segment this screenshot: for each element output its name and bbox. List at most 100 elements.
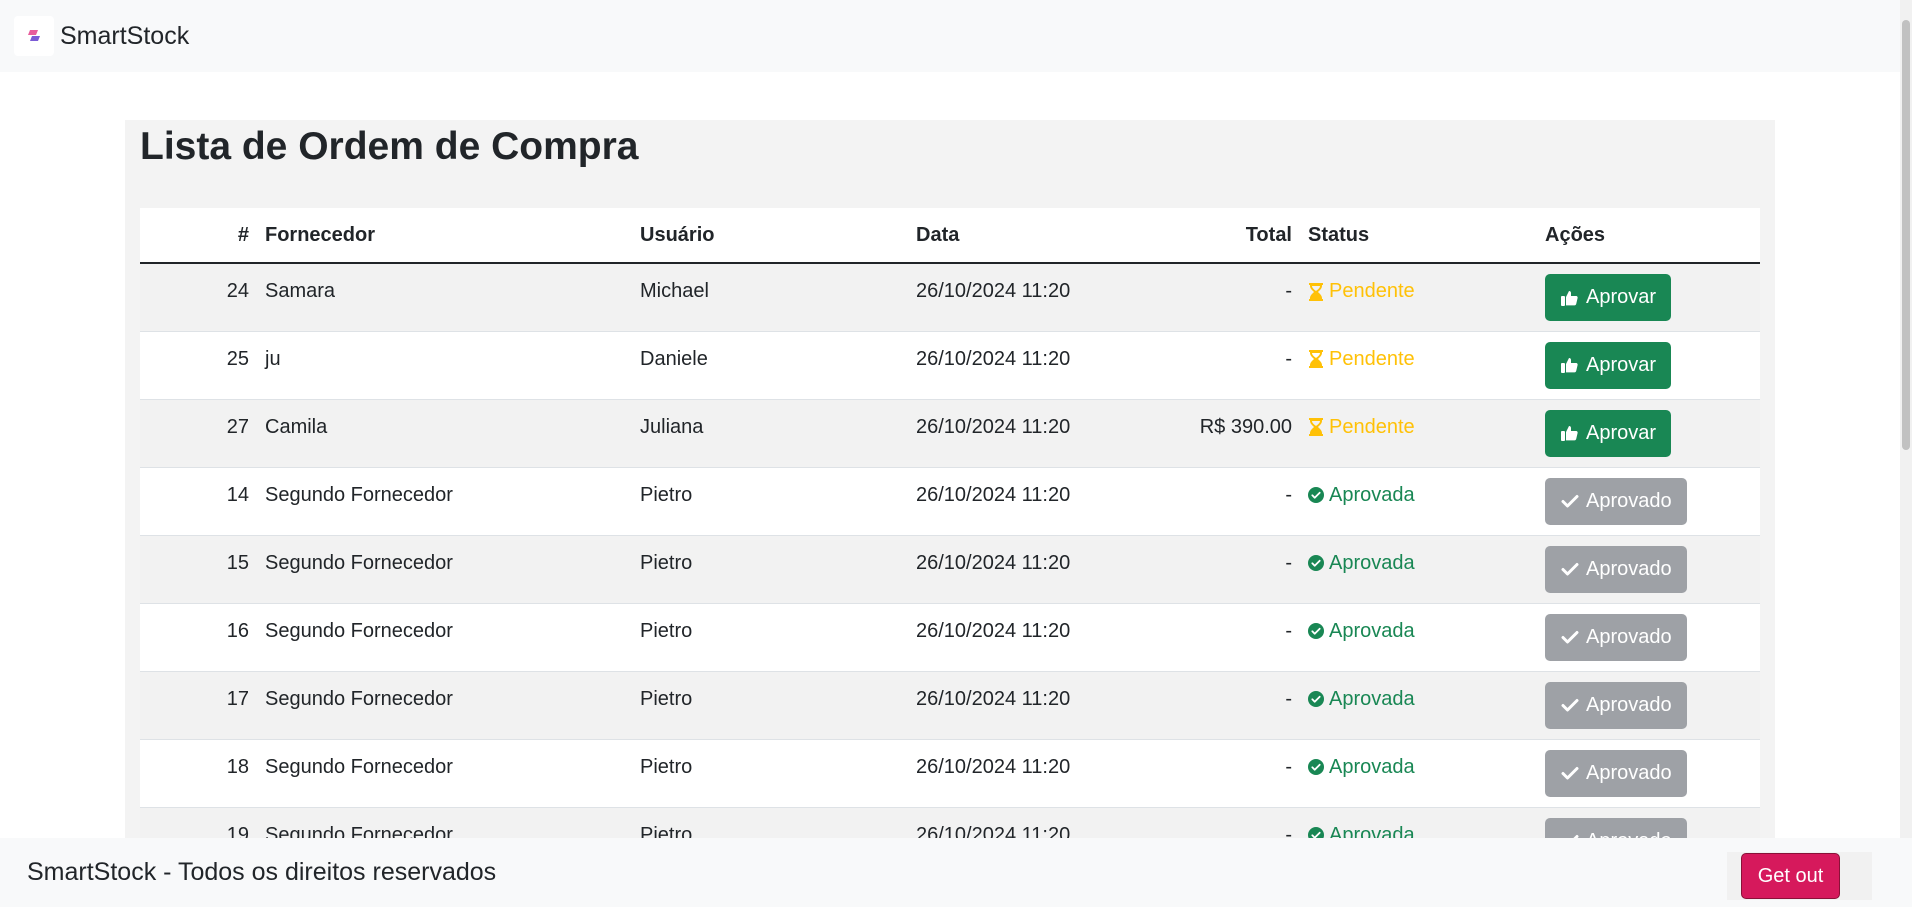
check-icon [1560,627,1580,647]
table-row: 17 Segundo Fornecedor Pietro 26/10/2024 11:… [140,671,1760,739]
header-total: Total [1245,223,1292,246]
header-num: # [237,223,249,246]
table-row: 27 Camila Juliana 26/10/2024 11:20 R$ 390.00… [140,399,1760,467]
cell-fornecedor: Segundo Fornecedor [265,755,453,778]
cell-data: 26/10/2024 11:20 [916,755,1071,778]
scrollbar[interactable] [1900,0,1912,838]
navbar: SmartStock [0,0,1900,72]
status-badge: Pendente [1308,416,1415,439]
footer: SmartStock - Todos os direitos reservado… [0,838,1912,907]
status-label: Aprovada [1329,619,1415,642]
cell-usuario: Juliana [640,415,704,438]
cell-data: 26/10/2024 11:20 [916,551,1071,574]
status-label: Pendente [1329,347,1415,370]
cell-total: - [1285,551,1292,574]
header-fornecedor: Fornecedor [265,223,376,246]
cell-acoes: Aprovar [1537,331,1760,399]
approved-button[interactable]: Aprovado [1545,749,1687,797]
cell-fornecedor: Segundo Fornecedor [265,551,453,574]
cell-fornecedor: Samara [265,280,336,302]
cell-data: 26/10/2024 11:20 [916,687,1071,710]
thumbs-up-icon [1560,355,1580,375]
table-header: # Fornecedor Usuário Data Total Status A… [140,208,1760,263]
button-label: Aprovado [1586,557,1672,580]
hourglass-icon [1308,282,1324,301]
purchase-orders-table: # Fornecedor Usuário Data Total Status A… [140,208,1760,840]
cell-fornecedor: Segundo Fornecedor [265,619,453,642]
button-label: Aprovado [1586,489,1672,512]
approved-button[interactable]: Aprovado [1545,817,1687,840]
status-badge: Aprovada [1308,688,1415,711]
cell-acoes: Aprovar [1537,263,1760,331]
table-row: 19 Segundo Fornecedor Pietro 26/10/2024 11:… [140,807,1760,840]
cell-data: 26/10/2024 11:20 [916,483,1071,506]
check-circle-icon [1308,758,1324,776]
check-circle-icon [1308,554,1324,572]
cell-num: 18 [226,755,249,778]
status-badge: Pendente [1308,348,1415,371]
cell-status: Pendente [1300,399,1537,467]
cell-status: Aprovada [1300,807,1537,840]
cell-status: Pendente [1300,263,1537,331]
cell-status: Pendente [1300,331,1537,399]
status-label: Aprovada [1329,483,1415,506]
cell-status: Aprovada [1300,671,1537,739]
status-label: Aprovada [1329,755,1415,778]
status-label: Pendente [1329,415,1415,438]
approved-button[interactable]: Aprovado [1545,477,1687,525]
cell-acoes: Aprovado [1537,739,1760,807]
logout-area: Get out [1727,852,1872,900]
cell-data: 26/10/2024 11:20 [916,415,1071,438]
status-badge: Aprovada [1308,552,1415,575]
check-circle-icon [1308,486,1324,504]
cell-num: 14 [226,483,249,506]
cell-usuario: Michael [640,280,709,302]
approved-button[interactable]: Aprovado [1545,613,1687,661]
cell-status: Aprovada [1300,603,1537,671]
cell-num: 19 [226,823,249,841]
cell-status: Aprovada [1300,535,1537,603]
header-usuario: Usuário [640,223,715,246]
cell-num: 16 [226,619,249,642]
brand-name[interactable]: SmartStock [60,22,189,51]
cell-num: 15 [226,551,249,574]
cell-acoes: Aprovado [1537,807,1760,840]
check-circle-icon [1308,690,1324,708]
cell-total: - [1285,755,1292,778]
approve-button[interactable]: Aprovar [1545,341,1672,389]
cell-usuario: Pietro [640,755,693,778]
thumbs-up-icon [1560,288,1580,308]
table-row: 18 Segundo Fornecedor Pietro 26/10/2024 11:… [140,739,1760,807]
header-acoes: Ações [1545,223,1606,246]
cell-data: 26/10/2024 11:20 [916,347,1071,370]
cell-num: 17 [226,687,249,710]
cell-fornecedor: Segundo Fornecedor [265,823,453,841]
table-row: 15 Segundo Fornecedor Pietro 26/10/2024 11:… [140,535,1760,603]
button-label: Aprovar [1586,421,1657,444]
approve-button[interactable]: Aprovar [1545,274,1672,321]
cell-usuario: Daniele [640,347,708,370]
logout-button[interactable]: Get out [1740,853,1841,899]
table-row: 16 Segundo Fornecedor Pietro 26/10/2024 11:… [140,603,1760,671]
cell-usuario: Pietro [640,823,693,841]
cell-total: - [1285,823,1292,841]
cell-usuario: Pietro [640,619,693,642]
check-circle-icon [1308,622,1324,640]
thumbs-up-icon [1560,423,1580,443]
main-container: Lista de Ordem de Compra # Fornecedor Us… [125,120,1775,840]
button-label: Aprovado [1586,693,1672,716]
cell-fornecedor: Segundo Fornecedor [265,483,453,506]
footer-text: SmartStock - Todos os direitos reservado… [27,858,497,886]
check-icon [1560,559,1580,579]
scrollbar-thumb[interactable] [1902,20,1910,450]
approved-button[interactable]: Aprovado [1545,545,1687,593]
check-icon [1560,695,1580,715]
cell-total: R$ 390.00 [1199,415,1292,438]
approved-button[interactable]: Aprovado [1545,681,1687,729]
cell-acoes: Aprovado [1537,671,1760,739]
smartstock-logo-icon[interactable] [14,16,54,56]
hourglass-icon [1308,418,1324,436]
hourglass-icon [1308,350,1324,368]
approve-button[interactable]: Aprovar [1545,409,1672,457]
table-row: 14 Segundo Fornecedor Pietro 26/10/2024 11:… [140,467,1760,535]
